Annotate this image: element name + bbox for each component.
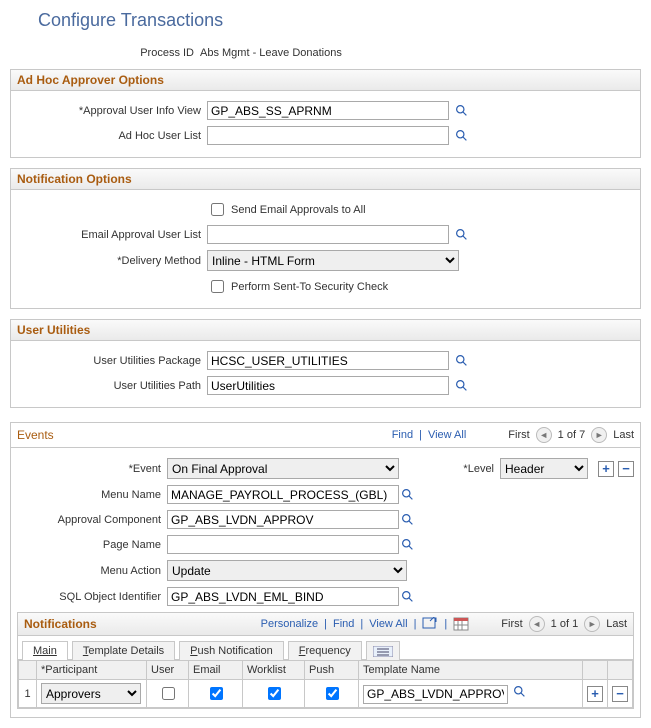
adhoc-userlist-label: Ad Hoc User List bbox=[17, 130, 207, 142]
perform-sentto-checkbox[interactable] bbox=[211, 280, 224, 293]
notif-tabs: Main Template Details Push Notification … bbox=[18, 636, 633, 660]
lookup-icon[interactable] bbox=[453, 128, 469, 144]
event-label: *Event bbox=[17, 463, 167, 475]
notif-viewall-link[interactable]: View All bbox=[369, 618, 407, 630]
tab-main[interactable]: Main bbox=[22, 641, 68, 660]
notif-next-button[interactable]: ► bbox=[584, 616, 600, 632]
approval-user-info-label: *Approval User Info View bbox=[17, 105, 207, 117]
notif-last-label[interactable]: Last bbox=[606, 618, 627, 630]
email-checkbox[interactable] bbox=[210, 687, 223, 700]
events-next-button[interactable]: ► bbox=[591, 427, 607, 443]
adhoc-header: Ad Hoc Approver Options bbox=[10, 69, 641, 91]
menu-action-select[interactable]: Update bbox=[167, 560, 407, 581]
user-utilities-section: User Utilities User Utilities Package Us… bbox=[10, 319, 641, 408]
approval-user-info-input[interactable] bbox=[207, 101, 449, 120]
user-checkbox[interactable] bbox=[162, 687, 175, 700]
table-row: 1 Approvers + − bbox=[19, 680, 633, 708]
utilities-path-label: User Utilities Path bbox=[17, 380, 207, 392]
notification-options-section: Notification Options Send Email Approval… bbox=[10, 168, 641, 309]
events-viewall-link[interactable]: View All bbox=[428, 429, 466, 441]
zoom-icon[interactable] bbox=[422, 617, 438, 631]
utilities-package-label: User Utilities Package bbox=[17, 355, 207, 367]
events-add-button[interactable]: + bbox=[598, 461, 614, 477]
template-name-input[interactable] bbox=[363, 685, 508, 704]
events-title: Events bbox=[17, 428, 54, 442]
page-name-input[interactable] bbox=[167, 535, 399, 554]
tab-push-notification[interactable]: Push Notification bbox=[179, 641, 284, 660]
approval-component-label: Approval Component bbox=[17, 514, 167, 526]
tab-template-details[interactable]: Template Details bbox=[72, 641, 175, 660]
adhoc-userlist-input[interactable] bbox=[207, 126, 449, 145]
delivery-method-select[interactable]: Inline - HTML Form bbox=[207, 250, 459, 271]
personalize-link[interactable]: Personalize bbox=[261, 618, 318, 630]
lookup-icon[interactable] bbox=[399, 512, 415, 528]
lookup-icon[interactable] bbox=[399, 589, 415, 605]
col-rownum bbox=[19, 661, 37, 680]
level-label: *Level bbox=[463, 463, 500, 475]
notif-prev-button[interactable]: ◄ bbox=[529, 616, 545, 632]
menu-name-label: Menu Name bbox=[17, 489, 167, 501]
lookup-icon[interactable] bbox=[511, 684, 527, 700]
menu-name-input[interactable] bbox=[167, 485, 399, 504]
utilities-path-input[interactable] bbox=[207, 376, 449, 395]
events-find-link[interactable]: Find bbox=[392, 429, 413, 441]
row-add-button[interactable]: + bbox=[587, 686, 603, 702]
menu-action-label: Menu Action bbox=[17, 565, 167, 577]
col-user[interactable]: User bbox=[147, 661, 189, 680]
worklist-checkbox[interactable] bbox=[268, 687, 281, 700]
utilities-package-input[interactable] bbox=[207, 351, 449, 370]
lookup-icon[interactable] bbox=[399, 487, 415, 503]
row-number: 1 bbox=[19, 680, 37, 708]
level-select[interactable]: Header bbox=[500, 458, 588, 479]
row-delete-button[interactable]: − bbox=[612, 686, 628, 702]
expand-tabs-icon[interactable] bbox=[366, 641, 400, 660]
send-email-all-label: Send Email Approvals to All bbox=[231, 204, 366, 216]
process-id-value: Abs Mgmt - Leave Donations bbox=[200, 47, 342, 59]
sql-object-input[interactable] bbox=[167, 587, 399, 606]
notif-counter: 1 of 1 bbox=[551, 618, 579, 630]
participant-select[interactable]: Approvers bbox=[41, 683, 141, 704]
col-template-name[interactable]: Template Name bbox=[359, 661, 583, 680]
notifications-title: Notifications bbox=[24, 617, 97, 631]
lookup-icon[interactable] bbox=[453, 353, 469, 369]
events-bar: Events Find | View All First ◄ 1 of 7 ► … bbox=[10, 422, 641, 448]
events-delete-button[interactable]: − bbox=[618, 461, 634, 477]
lookup-icon[interactable] bbox=[399, 537, 415, 553]
adhoc-section: Ad Hoc Approver Options *Approval User I… bbox=[10, 69, 641, 158]
notif-first-label[interactable]: First bbox=[501, 618, 522, 630]
col-worklist[interactable]: Worklist bbox=[243, 661, 305, 680]
page-name-label: Page Name bbox=[17, 539, 167, 551]
events-last-label[interactable]: Last bbox=[613, 429, 634, 441]
page-title: Configure Transactions bbox=[38, 10, 641, 31]
email-userlist-input[interactable] bbox=[207, 225, 449, 244]
notif-find-link[interactable]: Find bbox=[333, 618, 354, 630]
event-select[interactable]: On Final Approval bbox=[167, 458, 399, 479]
email-userlist-label: Email Approval User List bbox=[17, 229, 207, 241]
col-participant[interactable]: *Participant bbox=[37, 661, 147, 680]
sql-object-label: SQL Object Identifier bbox=[17, 591, 167, 603]
lookup-icon[interactable] bbox=[453, 227, 469, 243]
process-id-label: Process ID bbox=[10, 47, 200, 59]
events-body: *Event On Final Approval *Level Header +… bbox=[10, 448, 641, 718]
notifications-grid: *Participant User Email Worklist Push Te… bbox=[18, 660, 633, 708]
user-utilities-header: User Utilities bbox=[10, 319, 641, 341]
col-push[interactable]: Push bbox=[305, 661, 359, 680]
lookup-icon[interactable] bbox=[453, 103, 469, 119]
push-checkbox[interactable] bbox=[326, 687, 339, 700]
tab-frequency[interactable]: Frequency bbox=[288, 641, 362, 660]
notifications-bar: Notifications Personalize | Find | View … bbox=[17, 612, 634, 636]
events-prev-button[interactable]: ◄ bbox=[536, 427, 552, 443]
events-counter: 1 of 7 bbox=[558, 429, 586, 441]
send-email-all-checkbox[interactable] bbox=[211, 203, 224, 216]
lookup-icon[interactable] bbox=[453, 378, 469, 394]
events-first-label[interactable]: First bbox=[508, 429, 529, 441]
spreadsheet-icon[interactable] bbox=[453, 617, 469, 631]
delivery-method-label: *Delivery Method bbox=[17, 255, 207, 267]
notification-options-header: Notification Options bbox=[10, 168, 641, 190]
approval-component-input[interactable] bbox=[167, 510, 399, 529]
perform-sentto-label: Perform Sent-To Security Check bbox=[231, 281, 388, 293]
col-email[interactable]: Email bbox=[189, 661, 243, 680]
